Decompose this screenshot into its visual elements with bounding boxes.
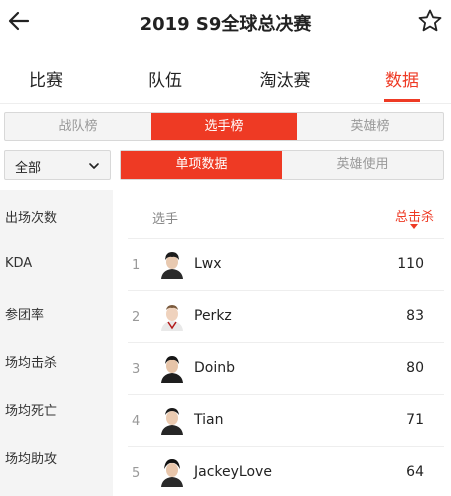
player-name: Lwx — [194, 256, 222, 272]
player-avatar — [158, 405, 186, 435]
tab-matches[interactable]: 比赛 — [6, 58, 86, 102]
table-header: 选手 总击杀 — [128, 190, 444, 238]
active-tab-indicator — [384, 99, 420, 102]
player-total-kills: 110 — [397, 256, 424, 272]
sidebar-item-participation[interactable]: 参团率 — [5, 304, 44, 323]
rank-number: 2 — [132, 310, 141, 325]
filter-selected-value: 全部 — [15, 161, 42, 176]
rank-number: 3 — [132, 362, 141, 377]
player-total-kills: 71 — [406, 412, 424, 428]
tab-single-stats[interactable]: 单项数据 — [121, 151, 282, 179]
tab-knockout[interactable]: 淘汰赛 — [243, 58, 327, 102]
sidebar-item-avg-kills[interactable]: 场均击杀 — [5, 352, 57, 371]
sidebar-item-avg-deaths[interactable]: 场均死亡 — [5, 400, 57, 419]
sort-desc-icon — [410, 224, 418, 229]
stat-category-sidebar: 出场次数 KDA 参团率 场均击杀 场均死亡 场均助攻 — [0, 190, 113, 496]
player-name: Tian — [194, 412, 224, 428]
player-avatar — [158, 457, 186, 487]
tab-player-ranking[interactable]: 选手榜 — [151, 113, 297, 140]
tab-data[interactable]: 数据 — [362, 58, 442, 102]
tab-hero-usage[interactable]: 英雄使用 — [282, 151, 443, 179]
region-filter-dropdown[interactable]: 全部 — [4, 150, 111, 180]
player-name: JackeyLove — [194, 464, 272, 480]
tab-hero-ranking[interactable]: 英雄榜 — [297, 113, 443, 140]
player-avatar — [158, 301, 186, 331]
chevron-down-icon — [89, 163, 99, 169]
player-name: Doinb — [194, 360, 235, 376]
column-header-player: 选手 — [152, 212, 179, 227]
app-header: 2019 S9全球总决赛 — [0, 0, 451, 44]
sidebar-item-kda[interactable]: KDA — [5, 256, 32, 271]
tab-label: 队伍 — [148, 71, 182, 91]
stat-type-segmented-control: 单项数据 英雄使用 — [120, 150, 444, 180]
player-avatar — [158, 353, 186, 383]
table-row[interactable]: 1 Lwx 110 — [128, 238, 444, 290]
tab-label: 淘汰赛 — [259, 71, 311, 91]
tab-label: 比赛 — [29, 71, 63, 91]
sidebar-item-appearances[interactable]: 出场次数 — [5, 207, 57, 226]
player-total-kills: 80 — [406, 360, 424, 376]
column-header-total-kills[interactable]: 总击杀 — [395, 206, 434, 225]
tab-team-ranking[interactable]: 战队榜 — [5, 113, 151, 140]
table-row[interactable]: 3 Doinb 80 — [128, 342, 444, 394]
rank-number: 1 — [132, 258, 141, 273]
favorite-button[interactable] — [417, 8, 443, 34]
star-outline-icon — [418, 9, 442, 32]
main-tab-bar: 比赛 队伍 淘汰赛 数据 — [0, 58, 451, 102]
tab-label: 数据 — [385, 71, 419, 91]
tab-teams[interactable]: 队伍 — [125, 58, 205, 102]
table-row[interactable]: 2 Perkz 83 — [128, 290, 444, 342]
table-row[interactable]: 4 Tian 71 — [128, 394, 444, 446]
sidebar-item-avg-assists[interactable]: 场均助攻 — [5, 448, 57, 467]
player-name: Perkz — [194, 308, 232, 324]
table-row[interactable]: 5 JackeyLove 64 — [128, 446, 444, 496]
ranking-segmented-control: 战队榜 选手榜 英雄榜 — [4, 112, 444, 141]
rank-number: 5 — [132, 466, 141, 481]
player-total-kills: 83 — [406, 308, 424, 324]
player-total-kills: 64 — [406, 464, 424, 480]
page-title: 2019 S9全球总决赛 — [139, 14, 312, 35]
tab-divider — [0, 103, 451, 104]
rank-number: 4 — [132, 414, 141, 429]
player-avatar — [158, 249, 186, 279]
